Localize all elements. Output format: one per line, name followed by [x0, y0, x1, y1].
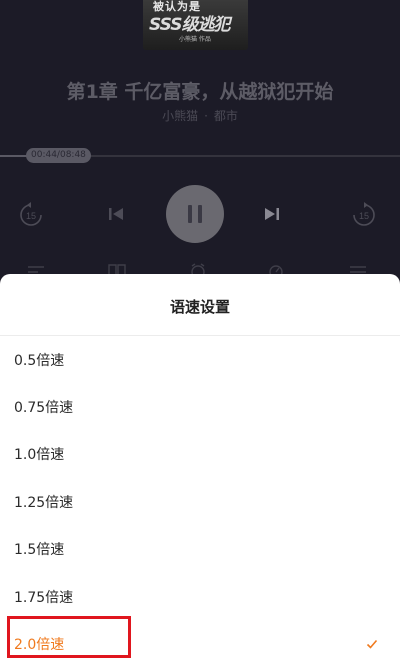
previous-chapter-button[interactable]: [107, 205, 125, 223]
book-cover: 被认为是 SSS级逃犯 小熊猫 作品: [143, 0, 248, 50]
speed-option-1-5x[interactable]: 1.5倍速: [0, 526, 400, 573]
speed-option-label: 1.0倍速: [14, 447, 65, 464]
cover-title: SSS级逃犯: [149, 15, 231, 35]
sheet-title: 语速设置: [169, 298, 230, 316]
speed-option-1-75x[interactable]: 1.75倍速: [0, 573, 400, 620]
meta-separator: ·: [204, 109, 208, 123]
forward-icon: 15: [353, 202, 375, 226]
genre-label[interactable]: 都市: [214, 109, 238, 123]
forward-seconds: 15: [359, 211, 369, 221]
checkmark-icon: [366, 638, 378, 654]
pause-button[interactable]: [166, 185, 224, 243]
speed-options-list: 0.5倍速 0.75倍速 1.0倍速 1.25倍速 1.5倍速 1.75倍速 2…: [0, 336, 400, 663]
rewind-icon: 15: [20, 202, 42, 226]
pause-icon: [188, 205, 202, 223]
previous-icon: [109, 208, 123, 220]
speed-option-label: 1.5倍速: [14, 542, 65, 559]
chapter-title: 第1章 千亿富豪，从越狱犯开始: [66, 81, 334, 103]
speed-settings-sheet: 语速设置 0.5倍速 0.75倍速 1.0倍速 1.25倍速 1.5倍速 1.7…: [0, 274, 400, 663]
speed-option-label: 1.75倍速: [14, 589, 74, 606]
speed-option-label: 1.25倍速: [14, 494, 74, 511]
time-indicator[interactable]: 00:44/08:48: [26, 148, 91, 163]
forward-15-button[interactable]: 15: [351, 202, 377, 228]
rewind-seconds: 15: [26, 211, 36, 221]
speed-option-label: 2.0倍速: [14, 637, 65, 654]
cover-author: 小熊猫 作品: [179, 36, 211, 43]
speed-option-0-5x[interactable]: 0.5倍速: [0, 336, 400, 383]
speed-option-1-25x[interactable]: 1.25倍速: [0, 478, 400, 525]
speed-option-2-0x[interactable]: 2.0倍速: [0, 620, 400, 663]
book-meta: 小熊猫 · 都市: [0, 107, 400, 124]
speed-option-label: 0.75倍速: [14, 400, 74, 417]
author-name[interactable]: 小熊猫: [162, 109, 198, 123]
rewind-15-button[interactable]: 15: [18, 202, 44, 228]
next-icon: [265, 208, 279, 220]
next-chapter-button[interactable]: [263, 205, 281, 223]
speed-option-0-75x[interactable]: 0.75倍速: [0, 383, 400, 430]
speed-option-label: 0.5倍速: [14, 352, 65, 369]
speed-option-1-0x[interactable]: 1.0倍速: [0, 431, 400, 478]
